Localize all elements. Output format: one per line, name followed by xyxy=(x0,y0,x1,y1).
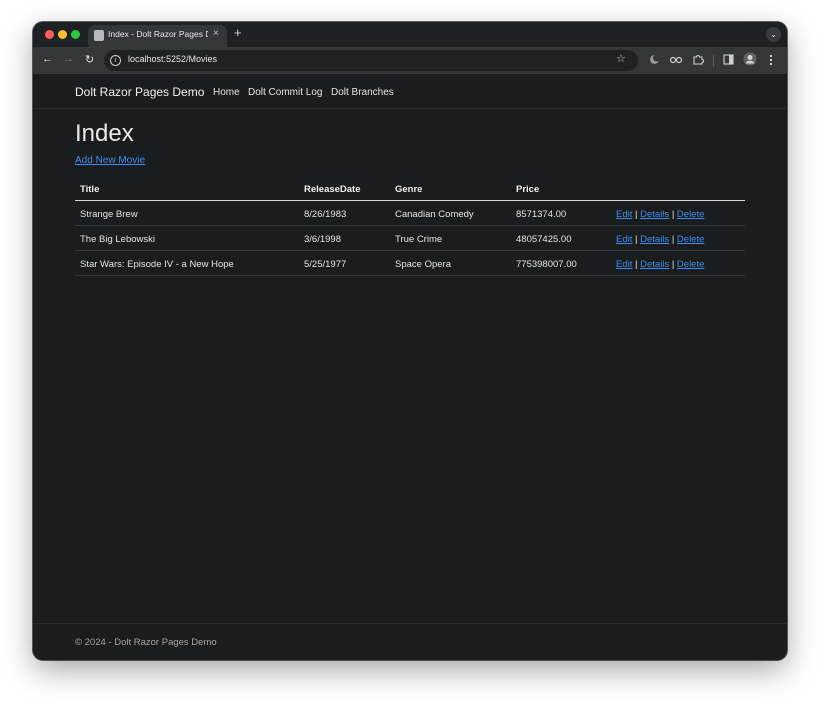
cell-genre: True Crime xyxy=(395,234,443,245)
cell-release-date: 5/25/1977 xyxy=(304,259,347,270)
site-footer: © 2024 - Dolt Razor Pages Demo xyxy=(33,623,787,660)
reload-button[interactable]: ↻ xyxy=(85,53,94,66)
tab-strip: Index - Dolt Razor Pages Demo × + ⌄ xyxy=(33,22,787,47)
edit-link[interactable]: Edit xyxy=(616,259,632,270)
movies-table: Title ReleaseDate Genre Price Strange Br… xyxy=(75,176,745,276)
cell-release-date: 8/26/1983 xyxy=(304,209,347,220)
maximize-window-button[interactable] xyxy=(71,30,80,39)
page-title: Index xyxy=(75,120,134,147)
address-bar[interactable]: i localhost:5252/Movies ☆ xyxy=(104,50,638,71)
extension-glasses-icon[interactable] xyxy=(670,55,682,64)
site-info-icon[interactable]: i xyxy=(110,55,121,66)
minimize-window-button[interactable] xyxy=(58,30,67,39)
extension-moon-icon[interactable] xyxy=(649,54,660,65)
new-tab-button[interactable]: + xyxy=(234,25,242,40)
edit-link[interactable]: Edit xyxy=(616,234,632,245)
extensions-puzzle-icon[interactable] xyxy=(692,53,704,65)
column-header-genre: Genre xyxy=(395,184,423,195)
close-window-button[interactable] xyxy=(45,30,54,39)
cell-genre: Space Opera xyxy=(395,259,451,270)
details-link[interactable]: Details xyxy=(640,209,669,220)
cell-price: 48057425.00 xyxy=(516,234,572,245)
delete-link[interactable]: Delete xyxy=(677,234,704,245)
row-actions: Edit | Details | Delete xyxy=(616,259,704,270)
column-header-title: Title xyxy=(80,184,100,195)
column-header-price: Price xyxy=(516,184,540,195)
cell-title: Strange Brew xyxy=(80,209,138,220)
cell-price: 775398007.00 xyxy=(516,259,577,270)
add-new-movie-link[interactable]: Add New Movie xyxy=(75,155,145,166)
bookmark-star-icon[interactable]: ☆ xyxy=(616,52,626,65)
toolbar-divider xyxy=(713,55,714,67)
nav-link-commit-log[interactable]: Dolt Commit Log xyxy=(248,87,322,98)
side-panel-icon[interactable] xyxy=(723,54,734,65)
cell-title: Star Wars: Episode IV - a New Hope xyxy=(80,259,234,270)
nav-link-branches[interactable]: Dolt Branches xyxy=(331,87,394,98)
delete-link[interactable]: Delete xyxy=(677,209,704,220)
cell-release-date: 3/6/1998 xyxy=(304,234,341,245)
tab-search-menu-button[interactable]: ⌄ xyxy=(766,27,781,42)
footer-copyright: © 2024 - Dolt Razor Pages Demo xyxy=(75,637,217,648)
profile-avatar-icon[interactable] xyxy=(743,52,757,66)
url-text[interactable]: localhost:5252/Movies xyxy=(128,54,217,64)
column-header-release-date: ReleaseDate xyxy=(304,184,361,195)
cell-title: The Big Lebowski xyxy=(80,234,155,245)
delete-link[interactable]: Delete xyxy=(677,259,704,270)
browser-menu-icon[interactable] xyxy=(769,54,773,66)
browser-tab[interactable]: Index - Dolt Razor Pages Demo × xyxy=(88,25,227,47)
browser-toolbar: ← → ↻ i localhost:5252/Movies ☆ xyxy=(33,47,787,74)
cell-genre: Canadian Comedy xyxy=(395,209,474,220)
details-link[interactable]: Details xyxy=(640,259,669,270)
row-actions: Edit | Details | Delete xyxy=(616,209,704,220)
cell-price: 8571374.00 xyxy=(516,209,567,220)
table-row: The Big Lebowski 3/6/1998 True Crime 480… xyxy=(75,226,745,251)
browser-window: Index - Dolt Razor Pages Demo × + ⌄ ← → … xyxy=(33,22,787,660)
forward-button[interactable]: → xyxy=(63,53,74,65)
page-favicon-icon xyxy=(94,30,104,41)
table-row: Star Wars: Episode IV - a New Hope 5/25/… xyxy=(75,251,745,276)
navbar-brand[interactable]: Dolt Razor Pages Demo xyxy=(75,85,204,99)
table-header-row: Title ReleaseDate Genre Price xyxy=(75,176,745,201)
table-row: Strange Brew 8/26/1983 Canadian Comedy 8… xyxy=(75,201,745,226)
back-button[interactable]: ← xyxy=(42,53,53,65)
tab-title: Index - Dolt Razor Pages Demo xyxy=(108,29,208,39)
details-link[interactable]: Details xyxy=(640,234,669,245)
edit-link[interactable]: Edit xyxy=(616,209,632,220)
row-actions: Edit | Details | Delete xyxy=(616,234,704,245)
site-navbar: Dolt Razor Pages Demo Home Dolt Commit L… xyxy=(33,74,787,109)
close-tab-icon[interactable]: × xyxy=(213,28,219,39)
page-content: Dolt Razor Pages Demo Home Dolt Commit L… xyxy=(33,74,787,660)
nav-link-home[interactable]: Home xyxy=(213,87,240,98)
